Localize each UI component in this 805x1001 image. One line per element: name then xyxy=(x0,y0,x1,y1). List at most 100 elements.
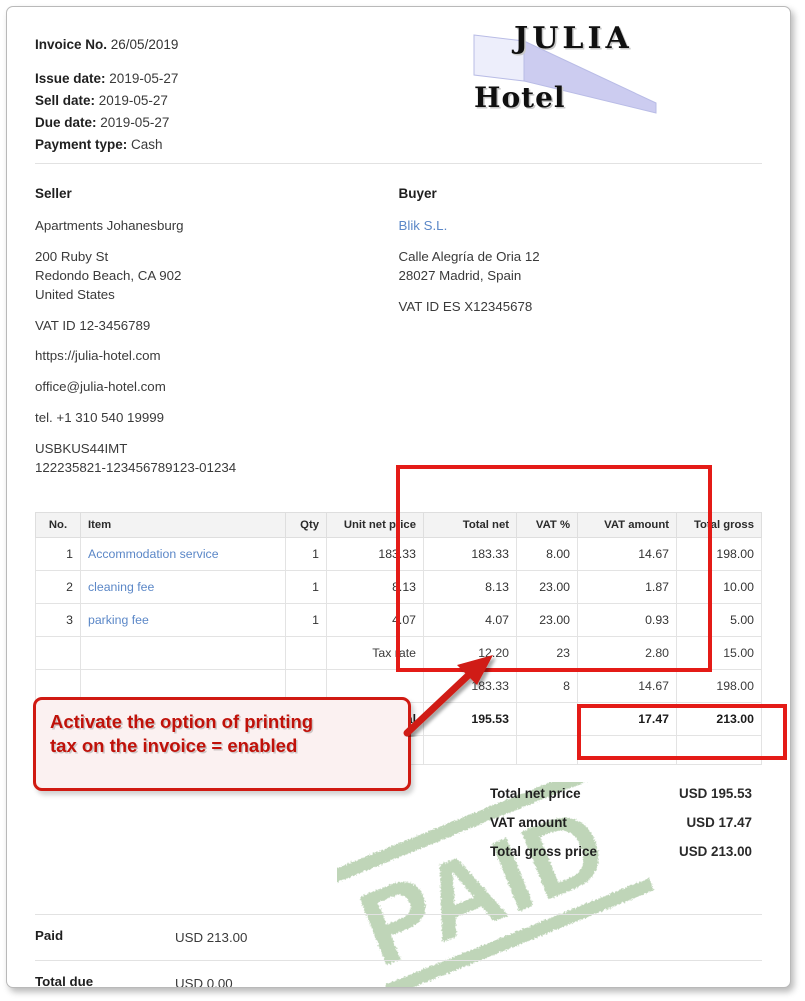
total-net-price-label: Total net price xyxy=(490,785,581,801)
col-header-item: Item xyxy=(80,511,286,538)
col-header-vat-amount: VAT amount xyxy=(577,511,677,538)
cell-summary-vat-amount: 14.67 xyxy=(577,668,677,703)
seller-bank: USBKUS44IMT 122235821-123456789123-01234 xyxy=(35,440,399,478)
cell-blank xyxy=(577,734,677,765)
vat-amount-value: USD 17.47 xyxy=(686,814,752,830)
cell-qty: 1 xyxy=(285,536,327,571)
cell-summary-vat-amount: 2.80 xyxy=(577,635,677,670)
total-net-price-value: USD 195.53 xyxy=(679,785,752,801)
buyer-name-link[interactable]: Blik S.L. xyxy=(399,217,763,236)
annotation-callout-line-2: tax on the invoice = enabled xyxy=(50,735,298,757)
cell-summary-total-net: 12.20 xyxy=(423,635,517,670)
annotation-callout-line-1: Activate the option of printing xyxy=(50,711,314,732)
items-table-header-row: No. Item Qty Unit net price Total net VA… xyxy=(35,511,762,538)
company-logo: JULIA Hotel xyxy=(466,21,666,135)
col-header-qty: Qty xyxy=(285,511,327,538)
invoice-header: Invoice No. 26/05/2019 Issue date: 2019-… xyxy=(35,7,762,163)
seller-address-line-2: Redondo Beach, CA 902 xyxy=(35,267,182,283)
col-header-no: No. xyxy=(35,511,81,538)
cell-item-link[interactable]: Accommodation service xyxy=(80,536,286,571)
cell-summary-label: Tax rate xyxy=(326,635,424,670)
col-header-total-gross: Total gross xyxy=(676,511,762,538)
cell-total-gross: 10.00 xyxy=(676,569,762,604)
seller-bank-account: 122235821-123456789123-01234 xyxy=(35,459,237,475)
buyer-block: Buyer Blik S.L. Calle Alegría de Oria 12… xyxy=(399,186,763,490)
seller-phone: tel. +1 310 540 19999 xyxy=(35,410,165,426)
total-gross-price-label: Total gross price xyxy=(490,843,597,859)
seller-email: office@julia-hotel.com xyxy=(35,379,166,395)
payment-section: Paid USD 213.00 Total due USD 0.00 In wo… xyxy=(35,906,762,988)
cell-total-net: 183.33 xyxy=(423,536,517,571)
total-gross-price-value: USD 213.00 xyxy=(679,843,752,859)
cell-total-gross: 198.00 xyxy=(676,536,762,571)
col-header-total-net: Total net xyxy=(423,511,517,538)
cell-vat-amount: 14.67 xyxy=(577,536,677,571)
total-net-price-row: Total net price USD 195.53 xyxy=(480,779,762,808)
logo-text-hotel: Hotel xyxy=(474,81,566,114)
cell-spacer-qty xyxy=(285,635,327,670)
seller-vat-id: VAT ID 12-3456789 xyxy=(35,317,151,333)
seller-title: Seller xyxy=(35,186,72,201)
payment-type-value: Cash xyxy=(131,137,163,152)
cell-total-net: 4.07 xyxy=(423,602,517,637)
invoice-number-label: Invoice No. xyxy=(35,37,108,52)
cell-total-vat-amount: 17.47 xyxy=(577,701,677,736)
total-due-values: USD 0.00 In words: zero USD zero cents xyxy=(175,974,355,988)
table-row: 2 cleaning fee 1 8.13 8.13 23.00 1.87 10… xyxy=(35,569,762,604)
cell-blank xyxy=(423,734,517,765)
seller-address: 200 Ruby St Redondo Beach, CA 902 United… xyxy=(35,248,399,305)
cell-spacer-item xyxy=(80,635,286,670)
vat-amount-row: VAT amount USD 17.47 xyxy=(480,808,762,837)
vat-amount-label: VAT amount xyxy=(490,814,567,830)
due-date-label: Due date: xyxy=(35,115,97,130)
due-date-value: 2019-05-27 xyxy=(100,115,170,130)
cell-summary-total-net: 183.33 xyxy=(423,668,517,703)
cell-total-net: 8.13 xyxy=(423,569,517,604)
cell-summary-vat-pct: 8 xyxy=(516,668,578,703)
cell-blank xyxy=(516,734,578,765)
cell-total-gross-value: 213.00 xyxy=(676,701,762,736)
cell-item-link[interactable]: cleaning fee xyxy=(80,569,286,604)
buyer-address-line-2: 28027 Madrid, Spain xyxy=(398,267,522,283)
cell-summary-total-gross: 15.00 xyxy=(676,635,762,670)
cell-total-gross: 5.00 xyxy=(676,602,762,637)
cell-unit-net: 4.07 xyxy=(326,602,424,637)
seller-website: https://julia-hotel.com xyxy=(35,348,161,364)
total-gross-price-row: Total gross price USD 213.00 xyxy=(480,837,762,866)
total-due-value: USD 0.00 xyxy=(175,975,233,988)
buyer-vat-id: VAT ID ES X12345678 xyxy=(398,298,533,314)
cell-total-vat-pct xyxy=(516,701,578,736)
payment-type-line: Payment type: Cash xyxy=(35,137,762,152)
cell-summary-total-gross: 198.00 xyxy=(676,668,762,703)
parties-section: Seller Apartments Johanesburg 200 Ruby S… xyxy=(35,164,762,504)
cell-unit-net: 183.33 xyxy=(326,536,424,571)
sell-date-label: Sell date: xyxy=(35,93,96,108)
cell-no: 3 xyxy=(35,602,81,637)
paid-value: USD 213.00 xyxy=(175,929,248,945)
buyer-title: Buyer xyxy=(398,186,437,201)
cell-no: 2 xyxy=(35,569,81,604)
cell-vat-amount: 1.87 xyxy=(577,569,677,604)
table-row: 1 Accommodation service 1 183.33 183.33 … xyxy=(35,536,762,571)
seller-address-line-1: 200 Ruby St xyxy=(35,248,109,264)
items-table-head: No. Item Qty Unit net price Total net VA… xyxy=(35,511,762,538)
summary-row-tax-rate: Tax rate 12.20 23 2.80 15.00 xyxy=(35,635,762,670)
totals-list: Total net price USD 195.53 VAT amount US… xyxy=(480,779,762,866)
issue-date-value: 2019-05-27 xyxy=(109,71,179,86)
buyer-address-line-1: Calle Alegría de Oria 12 xyxy=(398,248,540,264)
total-due-row: Total due USD 0.00 In words: zero USD ze… xyxy=(35,959,762,988)
cell-spacer-no xyxy=(35,635,81,670)
seller-address-line-3: United States xyxy=(35,286,115,302)
cell-blank xyxy=(676,734,762,765)
totals-section: Total net price USD 195.53 VAT amount US… xyxy=(35,779,762,866)
col-header-unit-net: Unit net price xyxy=(326,511,424,538)
invoice-number-value: 26/05/2019 xyxy=(110,37,179,52)
paid-row: Paid USD 213.00 xyxy=(35,913,762,960)
cell-summary-vat-pct: 23 xyxy=(516,635,578,670)
total-due-label: Total due xyxy=(35,973,94,988)
invoice-page: PAID Invoice No. 26/05/2019 Issue date: … xyxy=(0,0,805,1001)
cell-vat-amount: 0.93 xyxy=(577,602,677,637)
buyer-address: Calle Alegría de Oria 12 28027 Madrid, S… xyxy=(399,248,763,286)
cell-item-link[interactable]: parking fee xyxy=(80,602,286,637)
cell-no: 1 xyxy=(35,536,81,571)
